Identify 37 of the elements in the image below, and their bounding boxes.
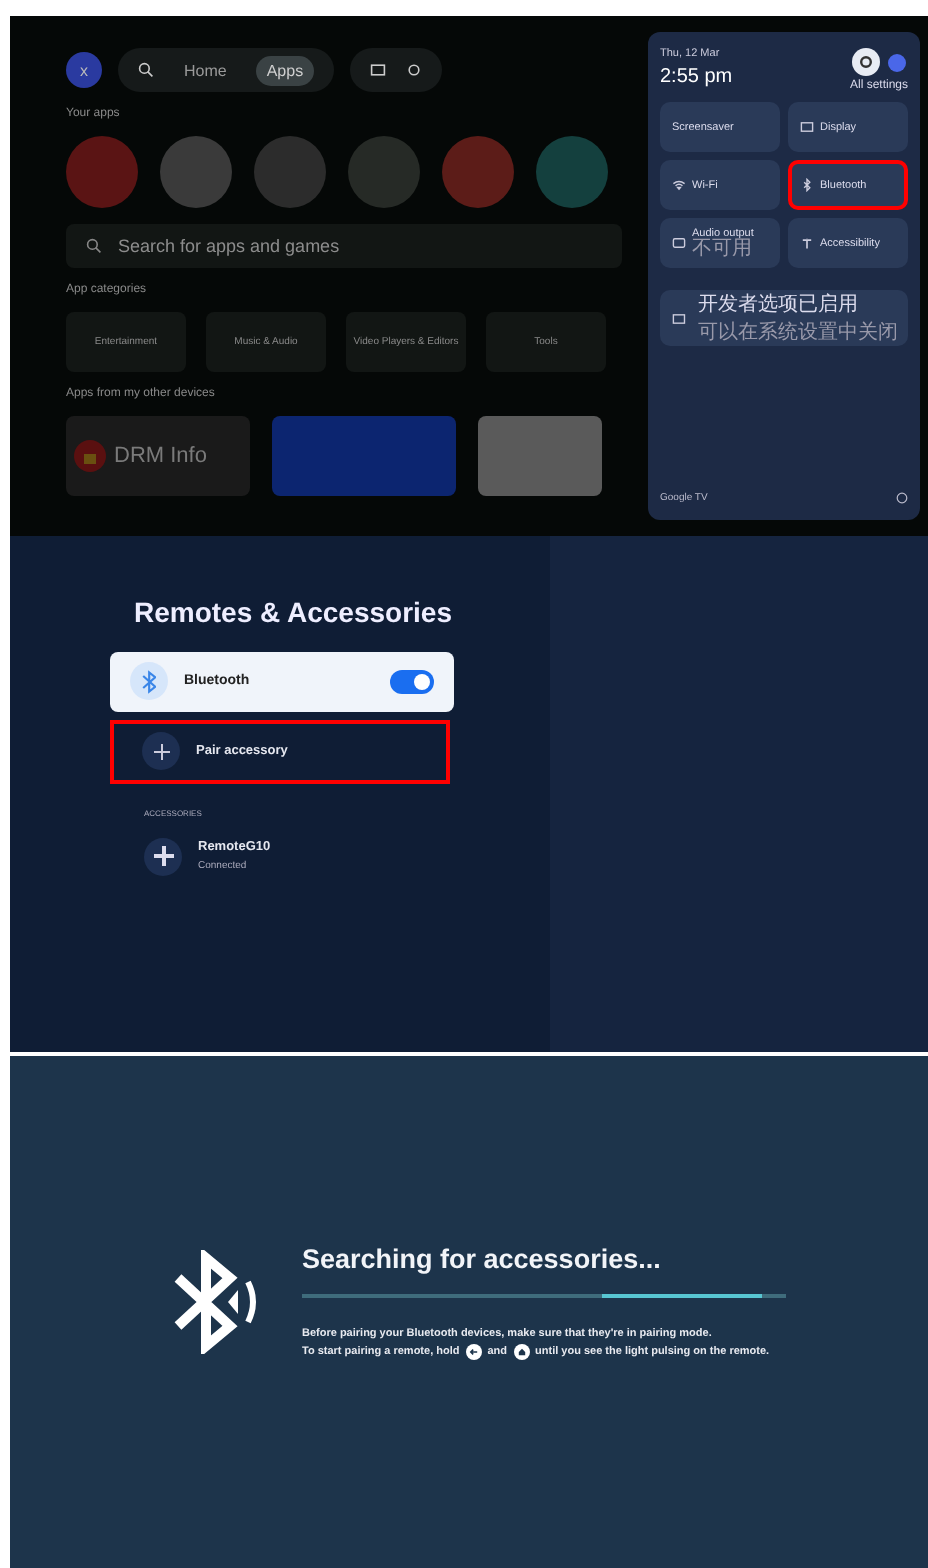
search-icon[interactable]: [138, 62, 154, 78]
settings-icon[interactable]: [851, 48, 880, 76]
app-card[interactable]: DRM Info: [66, 416, 250, 496]
home-button-icon: [513, 1343, 530, 1360]
nav-tab[interactable]: Home: [174, 55, 237, 85]
page-title: Searching for accessories...: [302, 1243, 663, 1274]
app-icon[interactable]: [442, 136, 514, 208]
monitor-icon: [672, 311, 686, 325]
info-icon[interactable]: [896, 492, 908, 504]
toggle-switch[interactable]: [390, 669, 434, 693]
page-title: Remotes & Accessories: [134, 596, 455, 631]
app-icon[interactable]: [348, 136, 420, 208]
app-icon[interactable]: [66, 136, 138, 208]
monitor-icon: [672, 236, 686, 250]
notice-card[interactable]: 开发者选项已启用 可以在系统设置中关闭: [660, 290, 908, 346]
tv-icon[interactable]: [369, 62, 386, 78]
bluetooth-searching-icon: [170, 1250, 262, 1354]
app-icon[interactable]: [160, 136, 232, 208]
bluetooth-icon: [141, 669, 157, 693]
bluetooth-icon: [800, 178, 814, 192]
app-card[interactable]: [478, 416, 602, 496]
time-text: 2:55 pm: [660, 66, 733, 88]
nav-tab[interactable]: Apps: [256, 55, 314, 85]
search-icon: [86, 238, 102, 254]
back-button-icon: [465, 1343, 482, 1360]
accessibility-icon: [800, 236, 814, 250]
plus-icon: [153, 743, 169, 759]
wifi-icon: [672, 178, 686, 192]
profile-dot[interactable]: [887, 53, 906, 71]
display-icon: [800, 120, 814, 134]
search-field[interactable]: Search for apps and games: [66, 224, 622, 268]
lock-icon: [74, 440, 106, 472]
app-card[interactable]: [272, 416, 456, 496]
profile-avatar[interactable]: x: [66, 52, 102, 88]
dpad-icon: [153, 846, 173, 866]
app-icon[interactable]: [254, 136, 326, 208]
app-icon[interactable]: [536, 136, 608, 208]
